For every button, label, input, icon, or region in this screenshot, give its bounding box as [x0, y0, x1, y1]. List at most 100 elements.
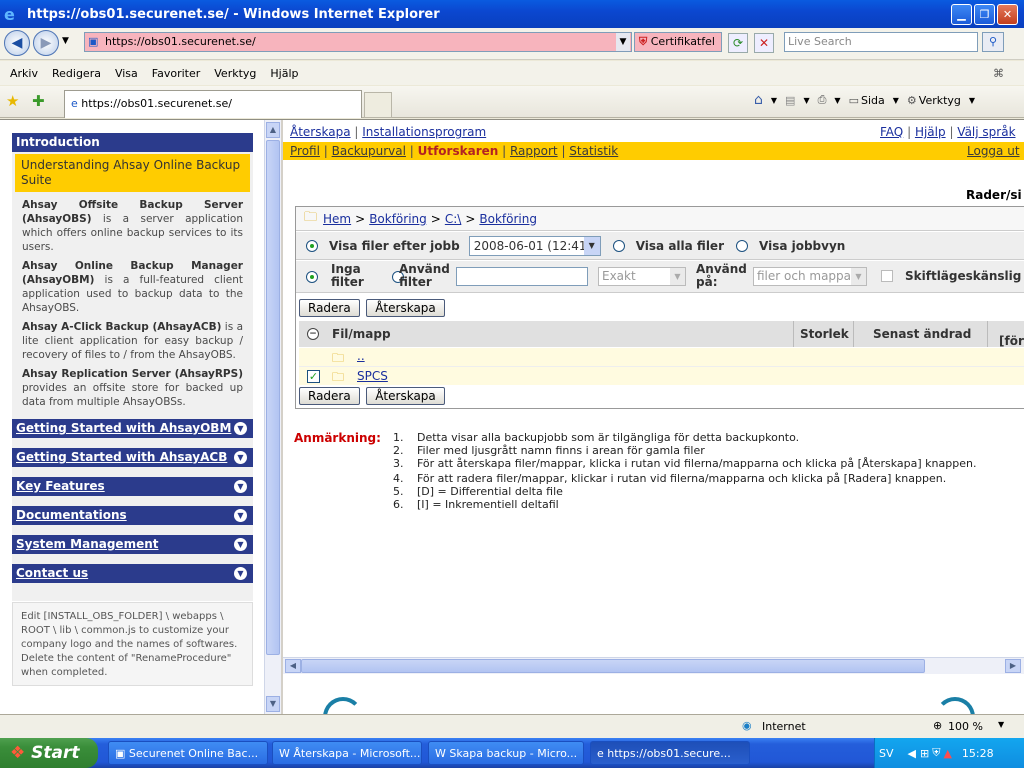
- menu-help[interactable]: Hjälp: [270, 67, 298, 80]
- tools-dropdown-icon[interactable]: ▼: [969, 96, 975, 105]
- installer-link[interactable]: Installationsprogram: [362, 125, 486, 139]
- delete-button-bottom[interactable]: Radera: [299, 387, 360, 405]
- radio-no-filter[interactable]: [306, 271, 318, 283]
- left-scrollbar[interactable]: ▲ ▼: [264, 120, 281, 714]
- clock[interactable]: 15:28: [962, 747, 994, 760]
- restore-link[interactable]: Återskapa: [290, 125, 351, 139]
- radio-view-all[interactable]: [612, 239, 625, 252]
- menu-edit[interactable]: Redigera: [52, 67, 101, 80]
- crumb-bokforing[interactable]: Bokföring: [369, 212, 427, 226]
- network-icon[interactable]: ⊞: [920, 747, 929, 760]
- history-dropdown-icon[interactable]: ▼: [62, 36, 69, 46]
- address-input[interactable]: ▣ https://obs01.securenet.se/: [84, 32, 632, 52]
- crumb-bokforing-sub[interactable]: Bokföring: [479, 212, 537, 226]
- nav-key-features[interactable]: Key Features ▼: [12, 477, 253, 496]
- address-dropdown-icon[interactable]: ▼: [616, 33, 630, 51]
- nav-documentations[interactable]: Documentations ▼: [12, 506, 253, 525]
- filter-text-input[interactable]: [456, 267, 588, 286]
- forward-arrow-icon: ▶: [40, 35, 52, 51]
- tab-explorer-active[interactable]: Utforskaren: [418, 144, 499, 158]
- task-aterskapa[interactable]: W Återskapa - Microsoft...: [272, 741, 422, 765]
- ie-app-icon: e: [597, 747, 608, 760]
- zoom-dropdown-icon[interactable]: ▼: [998, 720, 1004, 729]
- restore-button-top[interactable]: Återskapa: [366, 299, 445, 317]
- tools-menu[interactable]: Verktyg: [919, 94, 961, 107]
- menu-view[interactable]: Visa: [115, 67, 138, 80]
- links-icon[interactable]: ⌘: [993, 67, 1004, 80]
- restore-button-bottom[interactable]: Återskapa: [366, 387, 445, 405]
- row-checkbox-checked[interactable]: ✓: [307, 370, 320, 383]
- nav-getting-started-acb[interactable]: Getting Started with AhsayACB ▼: [12, 448, 253, 467]
- scroll-left-icon[interactable]: ◀: [285, 659, 301, 673]
- product-list: Ahsay Offsite Backup Server (AhsayOBS) i…: [12, 194, 253, 409]
- language-indicator[interactable]: SV: [879, 747, 894, 760]
- task-skapa-backup[interactable]: W Skapa backup - Micro...: [428, 741, 584, 765]
- close-button[interactable]: ✕: [997, 3, 1018, 25]
- delete-button-top[interactable]: Radera: [299, 299, 360, 317]
- browser-tab[interactable]: e https://obs01.securenet.se/: [64, 90, 362, 118]
- tab-statistics[interactable]: Statistik: [569, 144, 618, 158]
- favorites-star-icon[interactable]: ★: [6, 92, 19, 110]
- logout-link[interactable]: Logga ut: [967, 142, 1020, 160]
- gear-icon[interactable]: ⚙: [907, 94, 917, 107]
- window-titlebar[interactable]: e https://obs01.securenet.se/ - Windows …: [0, 0, 1024, 28]
- notes-label: Anmärkning:: [294, 431, 381, 445]
- tab-report[interactable]: Rapport: [510, 144, 558, 158]
- home-icon[interactable]: ⌂: [754, 92, 763, 108]
- page-menu[interactable]: Sida: [861, 94, 885, 107]
- crumb-home[interactable]: Hem: [323, 212, 351, 226]
- search-icon[interactable]: ⚲: [982, 32, 1004, 52]
- case-sensitive-checkbox[interactable]: [881, 270, 893, 282]
- page-menu-icon[interactable]: ▭: [849, 94, 859, 107]
- task-browser-active[interactable]: e https://obs01.secure...: [590, 741, 750, 765]
- new-tab-button[interactable]: [364, 92, 392, 118]
- collapse-all-icon[interactable]: −: [307, 328, 319, 340]
- job-date-select[interactable]: 2008-06-01 (12:41) ▼: [468, 235, 601, 256]
- tab-profile[interactable]: Profil: [290, 144, 320, 158]
- scroll-up-icon[interactable]: ▲: [266, 122, 280, 138]
- feeds-dropdown-icon[interactable]: ▼: [803, 96, 809, 105]
- restore-button[interactable]: ❐: [974, 3, 995, 25]
- scroll-thumb-horizontal[interactable]: [301, 659, 925, 673]
- page-dropdown-icon[interactable]: ▼: [893, 96, 899, 105]
- scroll-down-icon[interactable]: ▼: [266, 696, 280, 712]
- alert-icon[interactable]: ▲: [943, 747, 951, 760]
- certificate-error-button[interactable]: ⛨ Certifikatfel: [634, 32, 722, 52]
- feeds-icon[interactable]: ▤: [785, 94, 795, 107]
- help-link[interactable]: Hjälp: [915, 125, 946, 139]
- folder-link-spcs[interactable]: SPCS: [357, 369, 388, 383]
- radio-view-job[interactable]: [736, 239, 748, 252]
- parent-folder-link[interactable]: ..: [357, 349, 365, 363]
- zoom-level[interactable]: 100 %: [948, 720, 983, 733]
- tray-arrow-icon[interactable]: ◀: [908, 747, 916, 760]
- security-icon[interactable]: ⛨: [932, 746, 940, 760]
- faq-link[interactable]: FAQ: [880, 125, 903, 139]
- filter-mode-select[interactable]: Exakt ▼: [598, 267, 686, 286]
- minimize-button[interactable]: ▁: [951, 3, 972, 25]
- home-dropdown-icon[interactable]: ▼: [771, 96, 777, 105]
- apply-target-select[interactable]: filer och mappar ▼: [753, 267, 867, 286]
- scroll-right-icon[interactable]: ▶: [1005, 659, 1021, 673]
- scroll-thumb[interactable]: [266, 140, 280, 655]
- refresh-icon[interactable]: ⟳: [728, 33, 748, 53]
- crumb-c-drive[interactable]: C:\: [445, 212, 461, 226]
- menu-file[interactable]: Arkiv: [10, 67, 38, 80]
- language-link[interactable]: Välj språk: [957, 125, 1015, 139]
- tab-backup-selection[interactable]: Backupurval: [332, 144, 406, 158]
- task-securenet[interactable]: ▣ Securenet Online Bac...: [108, 741, 268, 765]
- nav-contact-us[interactable]: Contact us ▼: [12, 564, 253, 583]
- add-favorite-icon[interactable]: ✚: [32, 92, 45, 110]
- live-search-input[interactable]: Live Search: [784, 32, 978, 52]
- print-dropdown-icon[interactable]: ▼: [834, 96, 840, 105]
- menu-tools[interactable]: Verktyg: [214, 67, 256, 80]
- radio-view-by-job[interactable]: [306, 239, 318, 252]
- menu-favorites[interactable]: Favoriter: [152, 67, 200, 80]
- forward-button[interactable]: ▶: [33, 30, 59, 56]
- print-icon[interactable]: ⎙: [818, 93, 827, 107]
- back-button[interactable]: ◀: [4, 30, 30, 56]
- nav-getting-started-obm[interactable]: Getting Started with AhsayOBM ▼: [12, 419, 253, 438]
- nav-system-management[interactable]: System Management ▼: [12, 535, 253, 554]
- start-button[interactable]: ❖ Start: [0, 738, 98, 768]
- right-horizontal-scrollbar[interactable]: ◀ ▶: [283, 657, 1024, 674]
- stop-icon[interactable]: ✕: [754, 33, 774, 53]
